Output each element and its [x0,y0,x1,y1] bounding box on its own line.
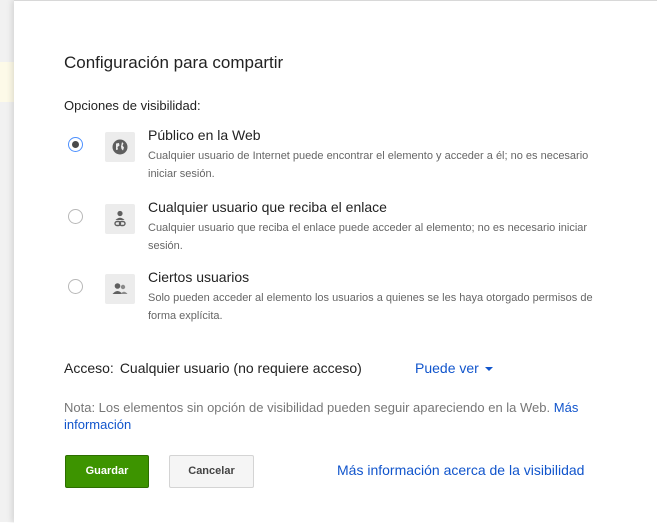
save-button[interactable]: Guardar [65,455,149,488]
option-description-anyone-with-link: Cualquier usuario que reciba el enlace p… [148,222,588,252]
sharing-settings-dialog: Configuración para compartir Opciones de… [14,0,657,523]
people-icon [105,274,135,304]
permission-dropdown-label: Puede ver [415,360,479,376]
dialog-title: Configuración para compartir [64,53,284,72]
cancel-button[interactable]: Cancelar [169,455,254,488]
option-description-specific-people: Solo pueden acceder al elemento los usua… [148,292,593,322]
background-page-strip [0,0,15,522]
link-person-icon [105,204,135,234]
visibility-option-anyone-with-link[interactable]: Cualquier usuario que reciba el enlace C… [64,199,624,259]
access-row: Acceso: Cualquier usuario (no requiere ac… [64,360,362,376]
radio-anyone-with-link[interactable] [68,209,83,224]
visibility-options-label: Opciones de visibilidad: [64,98,201,113]
access-value: Cualquier usuario (no requiere acceso) [119,360,362,376]
option-title-anyone-with-link: Cualquier usuario que reciba el enlace [148,199,387,215]
permission-dropdown[interactable]: Puede ver [415,360,493,376]
option-description-public: Cualquier usuario de Internet puede enco… [148,150,589,180]
visibility-note: Nota: Los elementos sin opción de visibi… [64,399,604,433]
radio-public[interactable] [68,137,83,152]
visibility-option-specific-people[interactable]: Ciertos usuarios Solo pueden acceder al … [64,269,624,329]
option-title-public: Público en la Web [148,127,261,143]
chevron-down-icon [484,367,493,372]
radio-specific-people[interactable] [68,279,83,294]
visibility-more-info-link[interactable]: Más información acerca de la visibilidad [337,462,584,478]
access-label: Acceso: [64,360,114,376]
globe-icon [105,132,135,162]
visibility-option-public[interactable]: Público en la Web Cualquier usuario de I… [64,127,624,187]
note-text: Nota: Los elementos sin opción de visibi… [64,400,551,415]
background-highlight [0,62,14,102]
option-title-specific-people: Ciertos usuarios [148,269,250,285]
